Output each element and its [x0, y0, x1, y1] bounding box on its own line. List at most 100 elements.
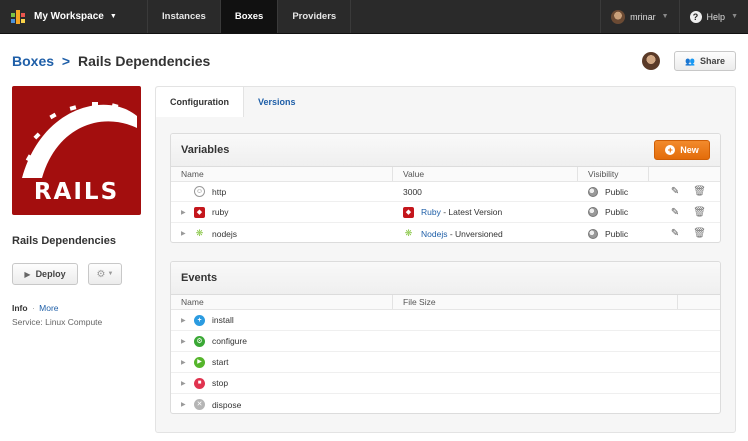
table-row[interactable]: ☺ http 3000 Public ✎ 🗑	[171, 182, 720, 202]
breadcrumb-boxes-link[interactable]: Boxes	[12, 53, 54, 69]
variable-visibility: Public	[605, 228, 629, 239]
trash-icon[interactable]: 🗑	[693, 228, 706, 239]
info-line: Info · More	[12, 303, 142, 313]
install-icon: +	[194, 314, 205, 326]
users-icon: 👥	[685, 56, 695, 66]
top-nav: My Workspace ▼ Instances Boxes Providers…	[0, 0, 748, 34]
nodejs-icon: ❋	[194, 228, 205, 239]
variable-value-suffix: - Unversioned	[447, 228, 503, 239]
table-row[interactable]: ▶ ◆ ruby ◆ Ruby - Latest Version Public …	[171, 202, 720, 223]
trash-icon[interactable]: 🗑	[693, 207, 706, 218]
edit-icon[interactable]: ✎	[671, 186, 679, 197]
service-label: Service:	[12, 317, 43, 327]
workspace-label: My Workspace	[34, 11, 104, 22]
dispose-icon: ✕	[194, 399, 205, 410]
rails-logo: RAILS	[12, 86, 141, 215]
settings-dropdown-button[interactable]: ⚙ ▼	[88, 263, 122, 285]
chevron-down-icon: ▼	[731, 13, 738, 20]
nav-boxes[interactable]: Boxes	[220, 0, 279, 33]
breadcrumb-separator: >	[61, 53, 71, 69]
avatar	[611, 9, 626, 24]
user-icon: ☺	[194, 186, 205, 197]
workspace-menu[interactable]: My Workspace ▼	[0, 0, 148, 33]
events-column-header: Name File Size	[171, 295, 720, 310]
globe-icon	[588, 207, 598, 217]
deploy-label: Deploy	[35, 269, 66, 279]
expand-triangle-icon[interactable]: ▶	[181, 338, 187, 345]
events-card: Events Name File Size ▶ + install ▶ ⚙ co…	[170, 261, 721, 414]
variable-name: ruby	[212, 207, 229, 217]
user-name: mrinar	[630, 11, 656, 22]
page-title: Rails Dependencies	[78, 53, 211, 69]
column-file-size[interactable]: File Size	[393, 295, 678, 309]
page-header: Boxes > Rails Dependencies 👥 Share	[12, 48, 736, 74]
tab-versions[interactable]: Versions	[244, 87, 310, 117]
variable-visibility: Public	[605, 207, 629, 217]
breadcrumb: Boxes > Rails Dependencies	[12, 53, 210, 69]
event-name: install	[212, 315, 234, 325]
owner-avatar[interactable]	[642, 52, 660, 70]
event-row-install[interactable]: ▶ + install	[171, 310, 720, 331]
expand-triangle-icon[interactable]: ▶	[181, 401, 187, 408]
nav-instances[interactable]: Instances	[148, 0, 221, 33]
help-menu[interactable]: ? Help ▼	[678, 0, 748, 33]
deploy-button[interactable]: ▶ Deploy	[12, 263, 78, 285]
expand-triangle-icon[interactable]: ▶	[181, 209, 187, 216]
tab-configuration[interactable]: Configuration	[156, 87, 244, 117]
expand-triangle-icon[interactable]: ▶	[181, 230, 187, 237]
ruby-icon: ◆	[194, 206, 205, 218]
variable-visibility: Public	[605, 186, 629, 197]
new-variable-button[interactable]: + New	[654, 140, 710, 160]
help-icon: ?	[689, 10, 702, 23]
table-row[interactable]: ▶ ❋ nodejs ❋ Nodejs - Unversioned Public…	[171, 223, 720, 242]
service-line: Service: Linux Compute	[12, 317, 142, 327]
service-value: Linux Compute	[45, 317, 103, 327]
event-name: start	[212, 357, 229, 367]
event-row-stop[interactable]: ▶ ■ stop	[171, 373, 720, 394]
plus-icon: +	[665, 145, 676, 155]
variable-name: nodejs	[212, 228, 238, 239]
variable-value-link[interactable]: Ruby	[421, 207, 441, 217]
box-sidebar: RAILS Rails Dependencies ▶ Deploy ⚙ ▼ In…	[12, 86, 142, 327]
share-button[interactable]: 👥 Share	[674, 51, 736, 71]
nodejs-icon: ❋	[403, 228, 414, 239]
event-row-configure[interactable]: ▶ ⚙ configure	[171, 331, 720, 352]
expand-triangle-icon[interactable]: ▶	[181, 380, 187, 387]
expand-triangle-icon[interactable]: ▶	[181, 359, 187, 366]
variable-value-link[interactable]: Nodejs	[421, 229, 447, 239]
globe-icon	[588, 228, 598, 239]
column-visibility[interactable]: Visibility	[578, 167, 649, 181]
tab-bar: Configuration Versions	[156, 87, 735, 117]
column-name[interactable]: Name	[171, 295, 393, 309]
chevron-down-icon: ▼	[109, 13, 117, 20]
variables-column-header: Name Value Visibility	[171, 167, 720, 182]
globe-icon	[588, 186, 598, 197]
variables-card: Variables + New Name Value Visibility ☺ …	[170, 133, 721, 243]
nav-providers[interactable]: Providers	[278, 0, 352, 33]
variables-title: Variables	[181, 144, 230, 156]
new-label: New	[680, 145, 699, 155]
event-name: dispose	[212, 399, 242, 410]
trash-icon[interactable]: 🗑	[693, 186, 706, 197]
start-icon: ▶	[194, 356, 205, 368]
share-label: Share	[699, 56, 725, 66]
info-separator: ·	[31, 303, 35, 313]
event-name: configure	[212, 336, 247, 346]
edit-icon[interactable]: ✎	[671, 228, 679, 239]
configure-icon: ⚙	[194, 335, 205, 347]
column-value[interactable]: Value	[393, 167, 578, 181]
event-row-start[interactable]: ▶ ▶ start	[171, 352, 720, 373]
variable-name: http	[212, 186, 227, 197]
more-link[interactable]: More	[39, 303, 58, 313]
event-row-dispose[interactable]: ▶ ✕ dispose	[171, 394, 720, 413]
variable-value: 3000	[403, 186, 422, 197]
column-name[interactable]: Name	[171, 167, 393, 181]
events-header: Events	[171, 262, 720, 295]
expand-triangle-icon[interactable]: ▶	[181, 317, 187, 324]
edit-icon[interactable]: ✎	[671, 207, 679, 218]
ruby-icon: ◆	[403, 206, 414, 218]
user-menu[interactable]: mrinar ▼	[600, 0, 678, 33]
events-title: Events	[181, 272, 218, 284]
gear-icon: ⚙	[96, 268, 106, 280]
variables-header: Variables + New	[171, 134, 720, 167]
